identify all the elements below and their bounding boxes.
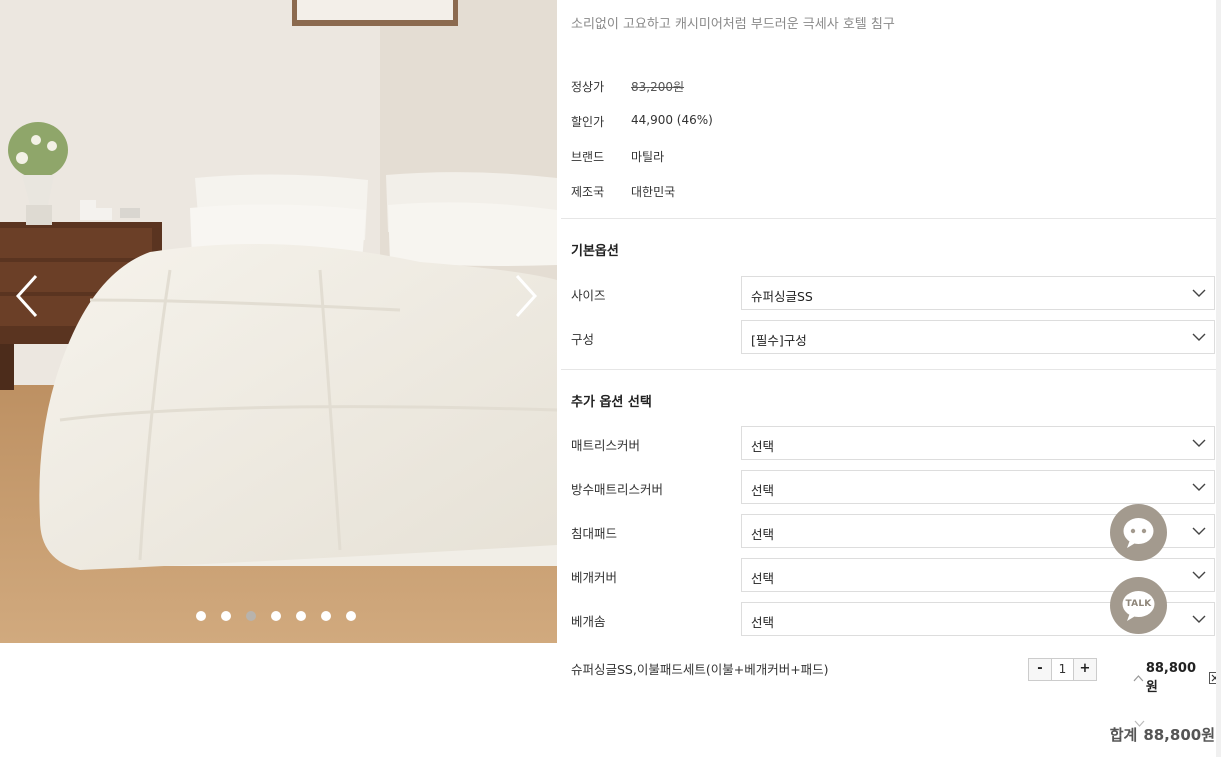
pagination-dot-2[interactable]: [221, 611, 231, 621]
select-value: 선택: [751, 483, 775, 498]
chevron-right-icon: [515, 274, 538, 318]
pagination-dot-3[interactable]: [246, 611, 256, 621]
talk-label: TALK: [1125, 599, 1152, 609]
select-value: 선택: [751, 615, 775, 630]
chevron-down-icon: [1192, 439, 1206, 447]
product-info-panel: 소리없이 고요하고 캐시미어처럼 부드러운 극세사 호텔 침구 정상가 83,2…: [557, 0, 1221, 757]
meta-sale-price: 할인가 44,900 (46%): [571, 113, 713, 130]
selected-item-price: 88,800원: [1145, 661, 1197, 695]
pagination-dot-7[interactable]: [346, 611, 356, 621]
product-subtitle: 소리없이 고요하고 캐시미어처럼 부드러운 극세사 호텔 침구: [571, 17, 895, 32]
meta-label: 정상가: [571, 80, 605, 94]
chevron-down-icon: [1192, 289, 1206, 297]
option-label: 베개커버: [571, 570, 618, 585]
next-image-button[interactable]: [507, 272, 547, 320]
meta-origin: 제조국 대한민국: [571, 183, 675, 200]
option-label: 베개솜: [571, 614, 606, 629]
decrease-quantity-button[interactable]: -: [1029, 659, 1051, 680]
meta-label: 제조국: [571, 185, 605, 199]
caret-up-icon: [1133, 675, 1144, 682]
quantity-input[interactable]: 1: [1051, 659, 1074, 680]
select-value: 선택: [751, 571, 775, 586]
select-value: [필수]구성: [751, 333, 807, 348]
option-label: 구성: [571, 332, 595, 347]
brand-value: 마틸라: [631, 150, 665, 164]
product-photo-bedding: [0, 0, 557, 643]
chevron-down-icon: [1192, 615, 1206, 623]
chat-bubble-icon: [1123, 518, 1154, 548]
selected-item-price-group: 88,800원: [1133, 661, 1221, 695]
total-value: 88,800원: [1143, 726, 1215, 744]
select-value: 슈퍼싱글SS: [751, 289, 813, 304]
chevron-down-icon: [1192, 483, 1206, 491]
option-row-composition: 구성 [필수]구성: [571, 320, 1215, 354]
total-label: 합계: [1109, 726, 1138, 744]
pagination-dot-6[interactable]: [321, 611, 331, 621]
size-select[interactable]: 슈퍼싱글SS: [741, 276, 1215, 310]
chevron-down-icon: [1192, 527, 1206, 535]
selected-item-name: 슈퍼싱글SS,이불패드세트(이불+베개커버+패드): [571, 662, 829, 677]
product-image-gallery: [0, 0, 557, 643]
option-label: 매트리스커버: [571, 438, 641, 453]
chat-floating-button[interactable]: [1110, 504, 1167, 561]
chevron-down-icon: [1192, 333, 1206, 341]
meta-regular-price: 정상가 83,200원: [571, 78, 684, 95]
pagination-dot-1[interactable]: [196, 611, 206, 621]
meta-brand: 브랜드 마틸라: [571, 148, 664, 165]
gallery-pagination: [196, 611, 356, 621]
option-label: 사이즈: [571, 288, 606, 303]
basic-options-title: 기본옵션: [571, 244, 619, 259]
select-value: 선택: [751, 439, 775, 454]
meta-label: 브랜드: [571, 150, 605, 164]
chevron-left-icon: [15, 274, 38, 318]
pagination-dot-4[interactable]: [271, 611, 281, 621]
composition-select[interactable]: [필수]구성: [741, 320, 1215, 354]
option-label: 침대패드: [571, 526, 618, 541]
increase-quantity-button[interactable]: +: [1074, 659, 1096, 680]
select-value: 선택: [751, 527, 775, 542]
option-row-size: 사이즈 슈퍼싱글SS: [571, 276, 1215, 310]
meta-label: 할인가: [571, 115, 605, 129]
origin-value: 대한민국: [631, 185, 676, 199]
option-row-mattress-cover: 매트리스커버 선택: [571, 426, 1215, 460]
divider: [561, 369, 1221, 370]
prev-image-button[interactable]: [8, 272, 48, 320]
waterproof-cover-select[interactable]: 선택: [741, 470, 1215, 504]
total-price-group: 합계 88,800원: [1110, 724, 1215, 745]
divider: [561, 218, 1221, 219]
quantity-stepper: - 1 +: [1028, 658, 1097, 681]
pagination-dot-5[interactable]: [296, 611, 306, 621]
sale-price-value: 44,900 (46%): [631, 113, 713, 127]
kakao-talk-floating-button[interactable]: TALK: [1110, 577, 1167, 634]
option-label: 방수매트리스커버: [571, 482, 664, 497]
option-row-waterproof-cover: 방수매트리스커버 선택: [571, 470, 1215, 504]
regular-price-value: 83,200원: [631, 80, 685, 94]
extra-options-title: 추가 옵션 선택: [571, 395, 652, 410]
mattress-cover-select[interactable]: 선택: [741, 426, 1215, 460]
chevron-down-icon: [1192, 571, 1206, 579]
page-scrollbar[interactable]: [1216, 0, 1221, 757]
